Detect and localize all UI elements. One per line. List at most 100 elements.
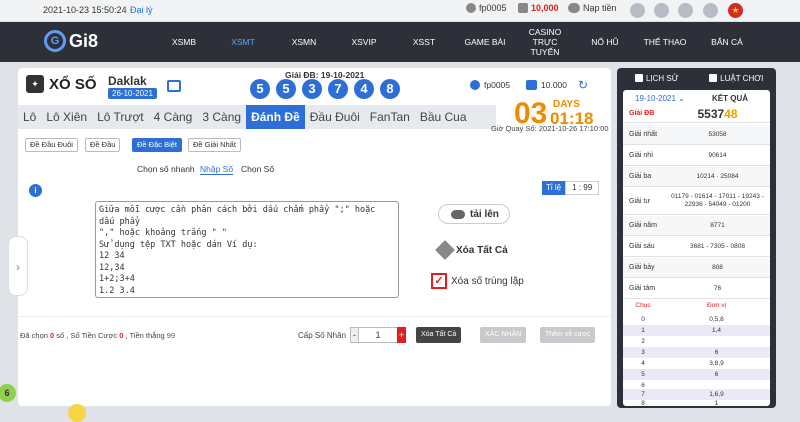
confirm-button[interactable]: XÁC NHẬN [480, 327, 527, 343]
mail-icon[interactable] [654, 3, 669, 18]
datetime: 2021-10-23 15:50:24 [43, 5, 127, 15]
mode-quick-pick[interactable]: Chọn số nhanh [137, 164, 195, 174]
cloud-upload-icon [451, 209, 465, 219]
tab-lo-xien[interactable]: Lô Xiên [41, 105, 92, 129]
deposit-button[interactable]: Nạp tiền [568, 3, 617, 13]
betting-panel: ✦ XỔ SỐ Daklak 26-10-2021 Giải ĐB: 19-10… [18, 68, 611, 406]
panel-title: XỔ SỐ [49, 76, 97, 93]
upload-button[interactable]: tải lên [438, 204, 510, 224]
exit-icon[interactable] [167, 80, 181, 92]
rules-button[interactable]: LUẬT CHƠI [697, 68, 777, 88]
lotto-tail [663, 336, 770, 347]
numbers-textarea[interactable]: Giữa mỗi cược cần phân cách bởi dấu chấm… [95, 201, 399, 298]
lotto-tail: 1 [714, 400, 719, 406]
agent-link[interactable]: Đại lý [130, 5, 153, 15]
increase-button[interactable]: + [397, 327, 407, 343]
nav-xsvip[interactable]: XSVIP [341, 22, 387, 62]
result-label: Giải ba [629, 173, 652, 180]
nav-ban-ca[interactable]: BẮN CÁ [700, 22, 754, 62]
nav-the-thao[interactable]: THỂ THAO [638, 22, 692, 62]
add-bet-button[interactable]: Thêm về cược [540, 327, 596, 343]
result-value: 76 [713, 284, 722, 292]
tab-lo-truot[interactable]: Lô Trượt [92, 105, 149, 129]
results-date-select[interactable]: 19-10-2021 ⌄ [635, 94, 685, 103]
vietnam-flag-icon[interactable]: ★ [728, 3, 743, 18]
mode-choose-numbers[interactable]: Chọn Số [241, 164, 274, 174]
dedupe-checkbox[interactable]: ✓ Xóa số trùng lặp [431, 273, 524, 289]
clear-all-button[interactable]: Xóa Tất Cả [435, 240, 518, 260]
result-ball: 5 [276, 79, 296, 99]
result-row: Giải nhất 53058 [623, 125, 770, 145]
user-icon [470, 80, 480, 90]
subtab-de-giai-nhat[interactable]: Đề Giải Nhất [188, 138, 241, 152]
nav-xsst[interactable]: XSST [401, 22, 447, 62]
tab-bau-cua[interactable]: Bầu Cua [415, 105, 472, 129]
side-drawer-handle[interactable]: › [8, 236, 28, 296]
tab-dau-duoi[interactable]: Đầu Đuôi [305, 105, 365, 129]
clear-all-label: Xóa Tất Cả [456, 244, 508, 256]
logo[interactable]: G Gi8 [44, 30, 98, 52]
lotto-row: 4 3,8,9 [623, 358, 770, 369]
subtab-de-dau-duoi[interactable]: Đề Đầu Đuôi [25, 138, 78, 152]
wallet-icon [526, 80, 537, 90]
clear-bets-button[interactable]: Xóa Tất Cả [416, 327, 462, 343]
result-value: 53058 [708, 130, 727, 138]
deposit-label: Nạp tiền [583, 3, 617, 13]
game-tabs: Lô Lô Xiên Lô Trượt 4 Càng 3 Càng Đánh Đ… [18, 105, 496, 129]
tab-4-cang[interactable]: 4 Càng [149, 105, 198, 129]
result-label: Giải nhì [629, 152, 654, 159]
power-icon[interactable] [703, 3, 718, 18]
result-value: 553748 [665, 106, 770, 121]
multiplier-label: Cấp Số Nhân [298, 330, 347, 340]
result-label: Giải bảy [629, 264, 655, 271]
result-row: Giải năm 8771 [623, 216, 770, 236]
result-ball: 7 [328, 79, 348, 99]
lottery-ball-decoration [68, 404, 86, 422]
lotto-head: 0 [641, 316, 645, 323]
lotto-row: 81 [623, 398, 770, 406]
lotto-head: 2 [641, 338, 645, 345]
mode-input-numbers[interactable]: Nhập Số [200, 164, 234, 175]
result-value: 8771 [710, 221, 725, 229]
special-highlight: 48 [724, 106, 738, 121]
result-value: 3681 - 7305 - 0808 [690, 242, 745, 250]
tab-danh-de[interactable]: Đánh Đề [246, 105, 305, 129]
nav-game-bai[interactable]: GAME BÀI [458, 22, 512, 62]
multiplier-stepper[interactable]: - 1 + [350, 327, 407, 343]
nav-xsmn[interactable]: XSMN [281, 22, 327, 62]
tab-3-cang[interactable]: 3 Càng [197, 105, 246, 129]
lotto-tail: 3,8,9 [709, 360, 724, 367]
history-button[interactable]: LỊCH SỬ [617, 68, 697, 88]
broom-icon [435, 240, 455, 260]
account-balance: 10.000 [526, 80, 567, 90]
province-name[interactable]: Daklak [108, 74, 147, 88]
multiplier-value[interactable]: 1 [359, 327, 398, 343]
result-value: 10214 · 25084 [696, 172, 739, 180]
support-icon[interactable] [678, 3, 693, 18]
nav-xsmt[interactable]: XSMT [220, 22, 266, 62]
bet-summary-bar: Đã chọn 0 số , Số Tiền Cược 0 , Tiền thắ… [18, 316, 611, 348]
nav-casino[interactable]: CASINO TRỰC TUYẾN [520, 22, 570, 62]
history-label: LỊCH SỬ [645, 73, 679, 83]
subtab-de-dau[interactable]: Đề Đầu [85, 138, 121, 152]
tab-fantan[interactable]: FanTan [365, 105, 415, 129]
result-row: Giải sáu 3681 - 7305 - 0808 [623, 237, 770, 257]
result-label: Giải tám [629, 285, 656, 292]
info-icon[interactable]: i [29, 184, 42, 197]
next-draw-time: Giờ Quay Số: 2021-10-26 17:10:00 [491, 124, 609, 133]
refresh-icon[interactable]: ↻ [578, 78, 588, 92]
nav-xsmb[interactable]: XSMB [161, 22, 207, 62]
decrease-button[interactable]: - [350, 327, 360, 343]
lotto-head: 5 [641, 371, 645, 378]
result-row: Giải bảy 808 [623, 258, 770, 278]
subtab-de-dac-biet[interactable]: Đề Đặc Biệt [132, 138, 183, 152]
nav-no-hu[interactable]: NỔ HŨ [582, 22, 628, 62]
lotto-header: Chục Đơn vị [623, 302, 770, 309]
chat-icon[interactable] [630, 3, 645, 18]
user-icon [466, 3, 476, 13]
lotto-row: 1 1,4 [623, 325, 770, 336]
balance-value: 10,000 [531, 3, 559, 13]
tab-lo[interactable]: Lô [18, 105, 41, 129]
history-icon [634, 74, 643, 82]
user-menu[interactable]: fp0005 [466, 3, 507, 13]
